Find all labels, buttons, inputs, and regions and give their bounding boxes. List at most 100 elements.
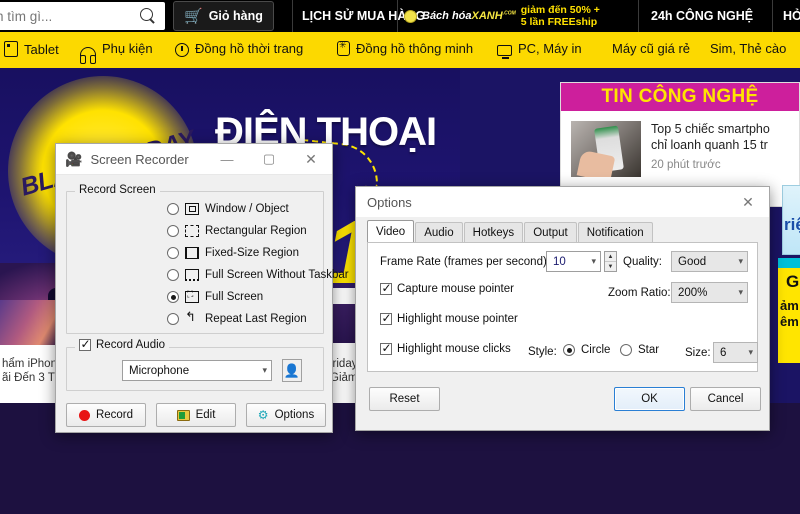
nav-item-fashion-watch-label: Đồng hồ thời trang <box>195 41 304 56</box>
highlight-mouse-pointer-control[interactable] <box>380 311 392 325</box>
maximize-button[interactable]: ▢ <box>248 144 290 175</box>
nav-item-sim-card[interactable]: Sim, Thẻ cào <box>710 41 786 56</box>
radio-repeat-last-region[interactable]: Repeat Last Region <box>167 309 307 325</box>
radio-fixed-size-region[interactable]: Fixed-Size Region <box>167 247 299 259</box>
tab-notification[interactable]: Notification <box>577 222 653 242</box>
chevron-down-icon: ▾ <box>748 347 753 357</box>
options-titlebar[interactable]: Options ✕ <box>356 187 769 217</box>
audio-device-select[interactable]: Microphone ▾ <box>122 360 272 381</box>
highlight-mouse-pointer-checkbox[interactable]: Highlight mouse pointer <box>380 311 518 325</box>
nav-item-smartwatch[interactable]: Đồng hồ thông minh <box>337 40 473 56</box>
radio-repeat-last-region-control[interactable] <box>167 313 179 325</box>
radio-full-screen-without-taskbar-label: Full Screen Without Taskbar <box>205 269 349 281</box>
frame-rate-select[interactable]: 10 ▾ <box>546 251 601 272</box>
cart-button-label: Giỏ hàng <box>208 9 263 23</box>
microphone-settings-button[interactable]: 👤 <box>282 359 302 382</box>
style-circle-control[interactable] <box>563 344 575 356</box>
radio-fixed-size-region-control[interactable] <box>167 247 179 259</box>
style-circle-radio[interactable]: Circle <box>563 344 610 356</box>
tab-audio[interactable]: Audio <box>415 222 463 242</box>
bhx-brand-b: XANH <box>471 10 503 22</box>
radio-rectangular-region-label: Rectangular Region <box>205 225 307 237</box>
cart-icon: 🛒 <box>184 8 203 25</box>
reset-button[interactable]: Reset <box>369 387 440 411</box>
radio-full-screen-control[interactable] <box>167 291 179 303</box>
radio-rectangular-region-control[interactable] <box>167 225 179 237</box>
tab-video[interactable]: Video <box>367 220 415 242</box>
quality-select[interactable]: Good ▾ <box>671 251 748 272</box>
record-button[interactable]: Record <box>66 403 146 427</box>
capture-mouse-pointer-checkbox[interactable]: Capture mouse pointer <box>380 281 514 295</box>
size-value: 6 <box>720 346 727 359</box>
style-star-control[interactable] <box>620 344 632 356</box>
record-audio-checkbox[interactable]: Record Audio <box>75 337 170 351</box>
nav-item-accessories[interactable]: Phụ kiện <box>80 41 153 64</box>
nav-item-pc-printer-label: PC, Máy in <box>518 41 582 56</box>
tech-news-heading-text: TIN CÔNG NGHỆ <box>601 86 759 107</box>
record-screen-group-label: Record Screen <box>75 184 160 196</box>
style-circle-label: Circle <box>581 344 611 356</box>
options-close-button[interactable]: ✕ <box>727 187 769 218</box>
product-left-text: hẩm iPhon ãi Đến 3 Tr <box>2 357 58 385</box>
screen-recorder-title: Screen Recorder <box>90 151 189 167</box>
stepper-up-icon[interactable]: ▲ <box>605 252 616 262</box>
tab-hotkeys[interactable]: Hotkeys <box>463 222 524 242</box>
size-select[interactable]: 6 ▾ <box>713 342 758 363</box>
pc-icon <box>497 45 512 59</box>
options-window[interactable]: Options ✕ Video Audio Hotkeys Output Not… <box>355 186 770 431</box>
options-button[interactable]: ⚙ Options <box>246 403 326 427</box>
site-category-nav: Tablet Phụ kiện Đồng hồ thời trang Đồng … <box>0 32 800 68</box>
record-dot-icon <box>78 409 90 421</box>
bhx-logo: Bách hóaXANH.COM <box>422 11 516 22</box>
bhx-promo-block[interactable]: Bách hóaXANH.COM giảm đến 50% + 5 lần FR… <box>404 4 600 28</box>
ok-button[interactable]: OK <box>614 387 685 411</box>
radio-full-screen-without-taskbar[interactable]: Full Screen Without Taskbar <box>167 269 349 281</box>
cart-button[interactable]: 🛒 Giỏ hàng <box>173 1 274 31</box>
screen-recorder-titlebar[interactable]: 🎥 Screen Recorder — ▢ ✕ <box>56 144 332 175</box>
style-star-radio[interactable]: Star <box>620 344 659 356</box>
nav-item-tablet-label: Tablet <box>24 41 59 57</box>
search-icon[interactable] <box>139 7 157 25</box>
nav-item-used-devices[interactable]: Máy cũ giá rẻ <box>612 41 690 56</box>
highlight-mouse-pointer-label: Highlight mouse pointer <box>397 313 518 325</box>
product-right-line1: riday <box>332 358 358 370</box>
options-tabstrip: Video Audio Hotkeys Output Notification <box>367 220 758 242</box>
smartwatch-icon <box>337 40 350 56</box>
close-button[interactable]: ✕ <box>290 144 332 175</box>
record-audio-checkbox-control[interactable] <box>79 337 91 351</box>
topbar-link-hoi[interactable]: HỎI <box>783 9 800 23</box>
zoom-ratio-select[interactable]: 200% ▾ <box>671 282 748 303</box>
radio-full-screen[interactable]: Full Screen <box>167 289 264 303</box>
right-rail-card-text: riệu <box>784 215 800 234</box>
tech-news-item[interactable]: Top 5 chiếc smartpho chỉ loanh quanh 15 … <box>561 111 799 177</box>
radio-full-screen-label: Full Screen <box>205 291 264 303</box>
bhx-promo-line2: 5 lần FREEship <box>520 15 598 28</box>
bhx-promo-text: giảm đến 50% + 5 lần FREEship <box>520 4 600 28</box>
search-input[interactable]: n tìm gì... <box>0 2 165 30</box>
cancel-button[interactable]: Cancel <box>690 387 761 411</box>
radio-full-screen-without-taskbar-control[interactable] <box>167 269 179 281</box>
nav-item-fashion-watch[interactable]: Đồng hồ thời trang <box>175 41 304 57</box>
highlight-mouse-clicks-label: Highlight mouse clicks <box>397 343 511 355</box>
nav-item-tablet[interactable]: Tablet <box>4 41 59 57</box>
frame-rate-stepper[interactable]: ▲ ▼ <box>604 251 617 272</box>
capture-mouse-pointer-control[interactable] <box>380 281 392 295</box>
radio-window-object-control[interactable] <box>167 203 179 215</box>
highlight-mouse-clicks-checkbox[interactable]: Highlight mouse clicks <box>380 341 511 355</box>
stepper-down-icon[interactable]: ▼ <box>605 262 616 271</box>
full-screen-no-taskbar-icon <box>185 269 199 281</box>
product-right-text: riday Giảm <box>330 357 357 385</box>
record-screen-group: Record Screen Window / Object Rectangula… <box>66 184 349 334</box>
right-rail-yellow-text: ảm êm <box>780 298 799 330</box>
nav-item-pc-printer[interactable]: PC, Máy in <box>497 41 582 59</box>
style-star-label: Star <box>638 344 660 356</box>
tab-output[interactable]: Output <box>524 222 577 242</box>
radio-window-object[interactable]: Window / Object <box>167 203 289 215</box>
radio-rectangular-region[interactable]: Rectangular Region <box>167 225 307 237</box>
minimize-button[interactable]: — <box>206 144 248 175</box>
highlight-mouse-clicks-control[interactable] <box>380 341 392 355</box>
edit-button[interactable]: Edit <box>156 403 236 427</box>
screen-recorder-window[interactable]: 🎥 Screen Recorder — ▢ ✕ Record Screen Wi… <box>55 143 349 433</box>
topbar-link-24h-tech[interactable]: 24h CÔNG NGHỆ <box>651 9 753 23</box>
tech-news-title-line2: chỉ loanh quanh 15 tr <box>651 138 768 152</box>
